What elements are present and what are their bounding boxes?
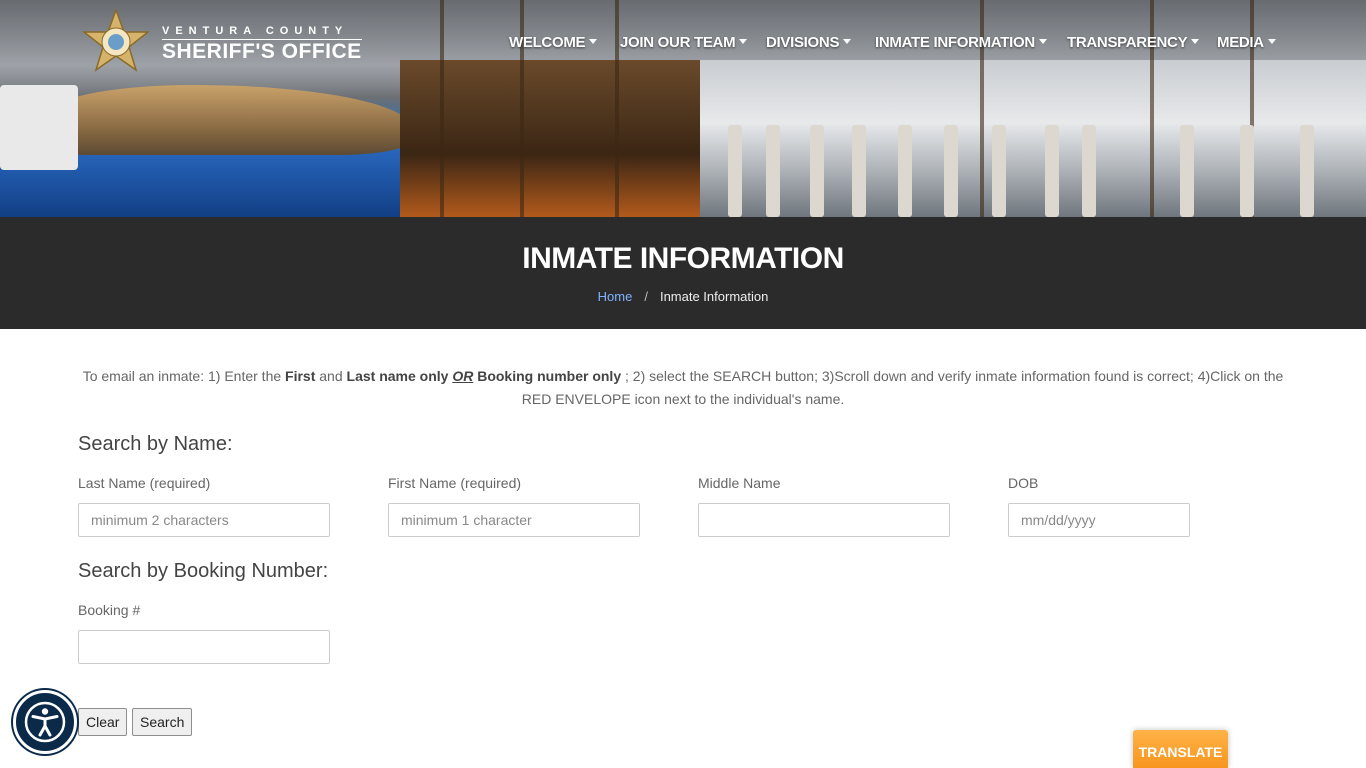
- mast: [980, 0, 984, 217]
- email-instructions: To email an inmate: 1) Enter the First a…: [70, 365, 1296, 411]
- nav-label: DIVISIONS: [766, 34, 840, 51]
- nav-join-our-team[interactable]: JOIN OUR TEAM: [620, 34, 748, 51]
- caret-down-icon: [1267, 38, 1276, 44]
- accessibility-icon: [24, 701, 66, 743]
- pylon: [766, 125, 780, 217]
- pylon: [728, 125, 742, 217]
- pylon: [898, 125, 912, 217]
- instructions-or: OR: [452, 368, 474, 384]
- boat-image: [0, 85, 78, 170]
- breadcrumb-separator: /: [644, 289, 648, 304]
- booking-number-input[interactable]: [78, 630, 330, 664]
- nav-label: JOIN OUR TEAM: [620, 34, 736, 51]
- clear-button[interactable]: Clear: [78, 708, 128, 736]
- instructions-last: Last name only: [346, 368, 449, 384]
- pylon: [1300, 125, 1314, 217]
- caret-down-icon: [1191, 38, 1200, 44]
- last-name-input[interactable]: [78, 503, 330, 537]
- mast: [1150, 0, 1154, 217]
- breadcrumb: Home / Inmate Information: [0, 289, 1366, 304]
- breadcrumb-home-link[interactable]: Home: [598, 289, 633, 304]
- title-band: INMATE INFORMATION Home / Inmate Informati…: [0, 217, 1366, 329]
- pylon: [1045, 125, 1059, 217]
- page-title: INMATE INFORMATION: [522, 242, 844, 275]
- search-by-booking-heading: Search by Booking Number:: [78, 560, 329, 582]
- nav-welcome[interactable]: WELCOME: [509, 34, 598, 51]
- jetty-rocks: [50, 85, 410, 155]
- mast: [520, 0, 524, 217]
- caret-down-icon: [1038, 38, 1047, 44]
- dob-label: DOB: [1008, 475, 1039, 491]
- pylon: [852, 125, 866, 217]
- first-name-input[interactable]: [388, 503, 640, 537]
- search-button[interactable]: Search: [132, 708, 193, 736]
- pylon: [1082, 125, 1096, 217]
- mast: [440, 0, 444, 217]
- pylon: [992, 125, 1006, 217]
- caret-down-icon: [739, 38, 748, 44]
- nav-label: WELCOME: [509, 34, 586, 51]
- pylon: [1180, 125, 1194, 217]
- nav-label: MEDIA: [1217, 34, 1264, 51]
- instructions-first: First: [285, 368, 316, 384]
- first-name-label: First Name (required): [388, 475, 522, 491]
- nav-transparency[interactable]: TRANSPARENCY: [1067, 34, 1200, 51]
- accessibility-button[interactable]: [13, 690, 77, 754]
- caret-down-icon: [589, 38, 598, 44]
- nav-divisions[interactable]: DIVISIONS: [766, 34, 852, 51]
- translate-button[interactable]: TRANSLATE: [1133, 730, 1228, 768]
- nav-label: TRANSPARENCY: [1067, 34, 1188, 51]
- last-name-label: Last Name (required): [78, 475, 211, 491]
- marina-image: [700, 60, 1366, 217]
- middle-name-input[interactable]: [698, 503, 950, 537]
- instructions-text: ; 2) select the SEARCH button; 3)Scroll …: [521, 368, 1284, 407]
- pylon: [1240, 125, 1254, 217]
- main-nav: WELCOME JOIN OUR TEAM DIVISIONS INMATE I…: [0, 34, 1366, 54]
- hero-banner: VENTURA COUNTY SHERIFF'S OFFICE WELCOME …: [0, 0, 1366, 217]
- dob-input[interactable]: [1008, 503, 1190, 537]
- instructions-text: To email an inmate: 1) Enter the: [82, 368, 286, 384]
- tall-ship-image: [400, 60, 720, 217]
- nav-label: INMATE INFORMATION: [875, 34, 1035, 51]
- search-by-name-heading: Search by Name:: [78, 433, 233, 455]
- pylon: [810, 125, 824, 217]
- breadcrumb-current: Inmate Information: [659, 289, 769, 304]
- mast: [615, 0, 619, 217]
- nav-media[interactable]: MEDIA: [1217, 34, 1276, 51]
- instructions-booking: Booking number only: [477, 368, 622, 384]
- caret-down-icon: [843, 38, 852, 44]
- middle-name-label: Middle Name: [698, 475, 781, 491]
- pylon: [944, 125, 958, 217]
- instructions-text: and: [315, 368, 347, 384]
- nav-inmate-information[interactable]: INMATE INFORMATION: [875, 34, 1047, 51]
- booking-number-label: Booking #: [78, 602, 141, 618]
